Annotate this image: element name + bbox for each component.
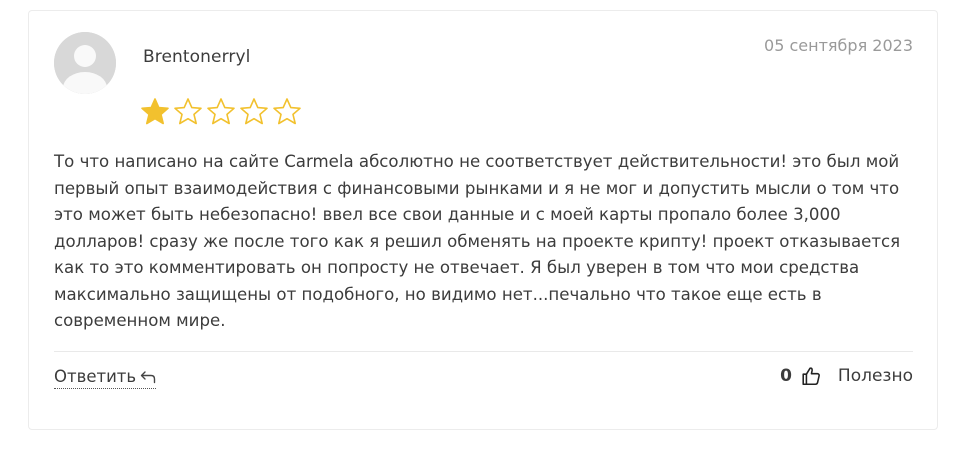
reply-button[interactable]: Ответить [54, 367, 157, 389]
review-text: То что написано на сайте Carmela абсолют… [54, 152, 901, 330]
star-empty-icon [240, 98, 268, 125]
helpful-button[interactable]: Полезно [838, 366, 913, 386]
avatar [54, 32, 116, 94]
reply-arrow-icon [140, 370, 156, 383]
review-date: 05 сентября 2023 [764, 36, 913, 55]
helpful-section: 0 Полезно [780, 365, 913, 387]
helpful-count: 0 [780, 366, 792, 386]
reply-label: Ответить [54, 367, 137, 386]
star-empty-icon [207, 98, 235, 125]
star-filled-icon [141, 98, 169, 125]
user-silhouette-icon [54, 32, 116, 94]
thumbs-up-icon[interactable] [800, 365, 822, 387]
star-empty-icon [174, 98, 202, 125]
star-empty-icon [273, 98, 301, 125]
review-card: Brentonerryl 05 сентября 2023 То что нап… [28, 10, 938, 430]
divider [54, 351, 913, 352]
star-rating [139, 96, 303, 128]
review-author: Brentonerryl [143, 47, 251, 67]
